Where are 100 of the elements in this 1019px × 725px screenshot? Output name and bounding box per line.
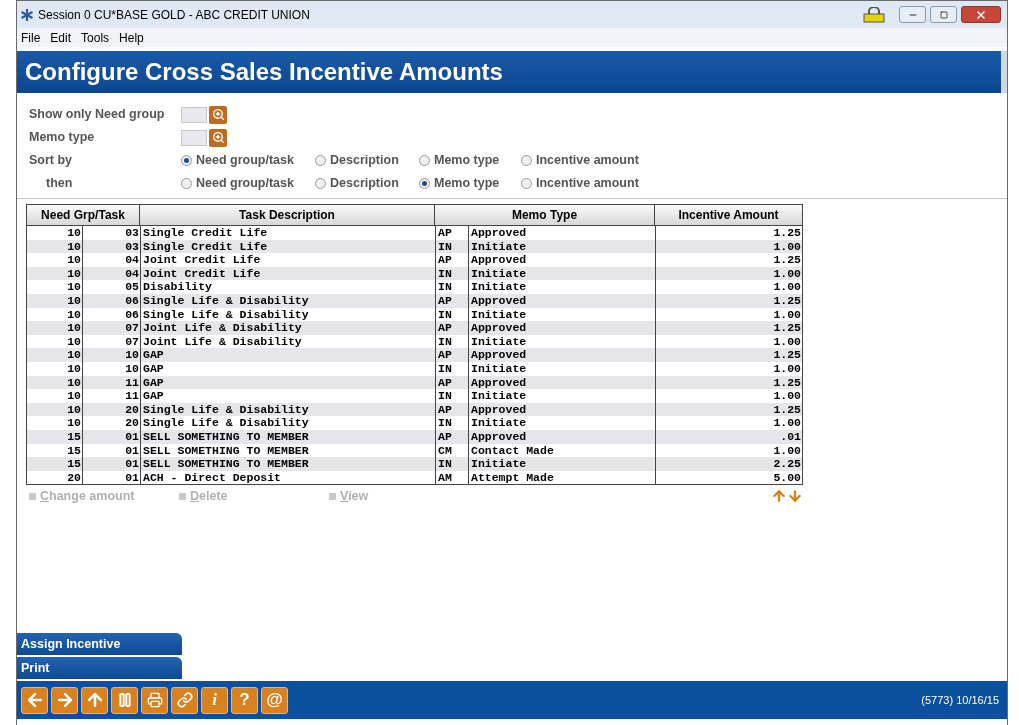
table-cell-text: Disability bbox=[142, 281, 213, 293]
table-cell-text: 1.00 bbox=[772, 444, 802, 457]
print-button[interactable] bbox=[141, 686, 168, 714]
filter-field[interactable] bbox=[181, 129, 207, 146]
radio-button[interactable] bbox=[419, 178, 430, 189]
menu-item[interactable]: Help bbox=[119, 28, 144, 47]
radio-button[interactable] bbox=[521, 155, 532, 166]
table-cell-text: CM bbox=[437, 444, 453, 457]
column-header[interactable]: Need Grp/Task bbox=[27, 205, 140, 225]
table-row[interactable]: 15 01 SELL SOMETHING TO MEMBER IN Initiate 2.25 bbox=[27, 457, 802, 471]
pause-icon bbox=[116, 692, 133, 708]
table-cell-text: 10 bbox=[66, 403, 82, 416]
radio-button[interactable] bbox=[315, 155, 326, 166]
back-button[interactable] bbox=[21, 686, 48, 714]
table-cell-text: Approved bbox=[470, 403, 528, 416]
table-cell-text: Single Life & Disability bbox=[142, 308, 310, 321]
maximize-button[interactable] bbox=[930, 6, 957, 23]
table-cell-text: 01 bbox=[124, 430, 140, 443]
table-cell-text: Initiate bbox=[470, 267, 528, 280]
table-cell-text: 10 bbox=[66, 254, 82, 266]
radio-button[interactable] bbox=[419, 155, 430, 166]
column-header[interactable]: Task Description bbox=[140, 205, 435, 225]
radio-label: Incentive amount bbox=[536, 175, 639, 193]
column-header[interactable]: Memo Type bbox=[435, 205, 655, 225]
bullet-icon bbox=[329, 492, 336, 500]
table-cell-text: AM bbox=[437, 471, 453, 484]
radio-button[interactable] bbox=[521, 178, 532, 189]
table-cell-text: 5.00 bbox=[772, 471, 802, 484]
table-cell-text: Initiate bbox=[470, 417, 528, 429]
table-cell-text: 11 bbox=[124, 390, 140, 402]
search-button[interactable] bbox=[209, 105, 227, 124]
scroll-down-button[interactable] bbox=[787, 488, 803, 505]
radio-button[interactable] bbox=[181, 178, 192, 189]
forward-button[interactable] bbox=[51, 686, 78, 714]
side-menu-button[interactable]: Print bbox=[17, 657, 182, 679]
link-button[interactable] bbox=[171, 686, 198, 714]
minimize-button[interactable] bbox=[899, 6, 926, 23]
table-cell-text: Single Credit Life bbox=[142, 227, 269, 239]
side-menu-button[interactable]: Assign Incentive bbox=[17, 633, 182, 655]
table-cell-text: 10 bbox=[66, 308, 82, 321]
table-cell-text: Approved bbox=[470, 322, 528, 334]
table-cell-text: 04 bbox=[124, 267, 140, 280]
pause-button[interactable] bbox=[111, 686, 138, 714]
table-cell-text: 1.00 bbox=[772, 390, 802, 402]
table-cell-text: Initiate bbox=[470, 335, 528, 348]
table-cell-text: AP bbox=[437, 227, 453, 239]
table-cell-text: AP bbox=[437, 376, 453, 389]
column-header[interactable]: Incentive Amount bbox=[655, 205, 802, 225]
search-button[interactable] bbox=[209, 128, 227, 147]
table-cell-text: IN bbox=[437, 390, 453, 402]
table-cell-text: 1.00 bbox=[772, 308, 802, 321]
search-icon bbox=[211, 131, 225, 144]
table-cell-text: IN bbox=[437, 240, 453, 253]
table-cell-text: SELL SOMETHING TO MEMBER bbox=[142, 430, 310, 443]
table-cell-text: 1.25 bbox=[772, 227, 802, 239]
table-cell-text: IN bbox=[437, 458, 453, 470]
table-cell-text: 03 bbox=[124, 240, 140, 253]
table-cell-text: Joint Life & Disability bbox=[142, 322, 303, 334]
table-row[interactable]: 10 07 Joint Life & Disability AP Approved 1.25 bbox=[27, 321, 802, 335]
window-title: Session 0 CU*BASE GOLD - ABC CREDIT UNION bbox=[38, 6, 310, 24]
table-cell-text: 04 bbox=[124, 254, 140, 266]
radio-label: Need group/task bbox=[196, 152, 294, 170]
radio-label: Memo type bbox=[434, 152, 500, 170]
radio-button[interactable] bbox=[181, 155, 192, 166]
table-cell-text: AP bbox=[437, 349, 453, 361]
table-cell-text: 2.25 bbox=[772, 458, 802, 470]
menu-item[interactable]: Tools bbox=[81, 28, 110, 47]
table-row[interactable]: 10 10 GAP AP Approved 1.25 bbox=[27, 348, 802, 362]
table-cell-text: IN bbox=[437, 335, 453, 348]
filter-label: Memo type bbox=[29, 129, 96, 147]
maximize-icon bbox=[939, 10, 948, 19]
table-cell-text: 1.00 bbox=[772, 335, 802, 348]
menu-item[interactable]: File bbox=[21, 28, 41, 47]
table-cell-text: 06 bbox=[124, 308, 140, 321]
printer-icon bbox=[146, 692, 163, 708]
page-title: Configure Cross Sales Incentive Amounts bbox=[25, 57, 503, 87]
table-cell-text: Approved bbox=[470, 254, 528, 266]
table-cell-text: 15 bbox=[66, 444, 82, 457]
radio-button[interactable] bbox=[315, 178, 326, 189]
close-button[interactable] bbox=[961, 6, 1001, 23]
table-cell-text: AP bbox=[437, 403, 453, 416]
table-cell-text: GAP bbox=[142, 363, 165, 375]
filter-field[interactable] bbox=[181, 106, 207, 123]
table-cell-text: 1.00 bbox=[772, 267, 802, 280]
radio-label: Description bbox=[330, 152, 399, 170]
table-cell-text: 07 bbox=[124, 322, 140, 334]
table-cell-text: 15 bbox=[66, 430, 82, 443]
table-cell-text: IN bbox=[437, 308, 453, 321]
table-cell-text: 01 bbox=[124, 444, 140, 457]
table-cell-text: Initiate bbox=[470, 281, 528, 293]
radio-label: Description bbox=[330, 175, 399, 193]
scroll-up-button[interactable] bbox=[771, 488, 787, 505]
table-cell-text: Approved bbox=[470, 430, 528, 443]
table-cell-text: 10 bbox=[66, 322, 82, 334]
table-cell-text: AP bbox=[437, 254, 453, 266]
table-cell-text: 06 bbox=[124, 295, 140, 307]
menu-item[interactable]: Edit bbox=[50, 28, 72, 47]
up-button[interactable] bbox=[81, 686, 108, 714]
radio-label: Need group/task bbox=[196, 175, 294, 193]
table-cell-text: 20 bbox=[66, 471, 82, 484]
